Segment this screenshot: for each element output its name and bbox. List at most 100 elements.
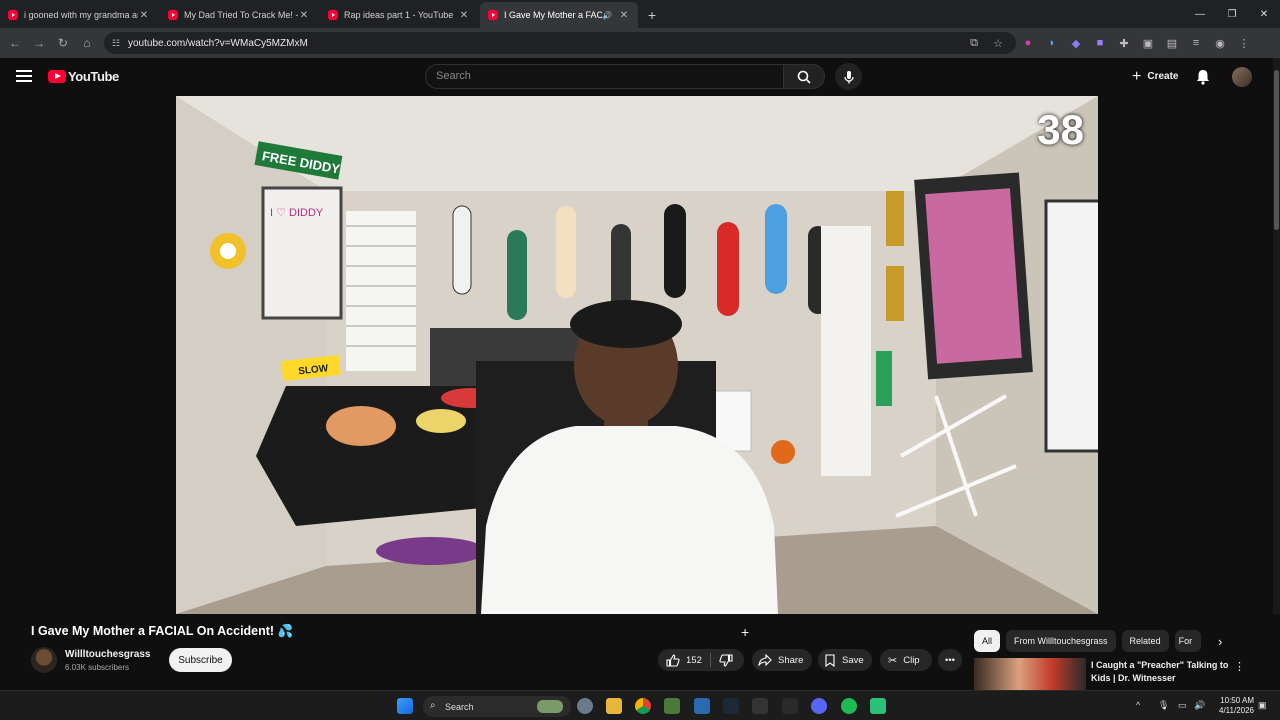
more-actions-button[interactable]: ••• <box>938 649 962 671</box>
site-info-icon[interactable]: ☷ <box>112 38 120 49</box>
browser-tab-active[interactable]: I Gave My Mother a FACIAL 🔊 ✕ <box>480 2 638 28</box>
chip-from-channel[interactable]: From Willltouchesgrass <box>1006 630 1116 652</box>
related-filter-chips: All From Willltouchesgrass Related For <box>974 630 1201 652</box>
chip-for-you[interactable]: For <box>1174 630 1201 652</box>
browser-tab[interactable]: My Dad Tried To Crack Me! - Yo ✕ <box>160 2 318 28</box>
reading-list-icon[interactable]: ≡ <box>1184 37 1208 49</box>
clip-label: Clip <box>903 654 920 666</box>
close-tab-icon[interactable]: ✕ <box>138 10 150 21</box>
taskbar-search[interactable]: ⌕ Search <box>423 696 571 717</box>
volume-icon[interactable]: 🔊 <box>1194 700 1205 711</box>
video-overlay-counter: 38 <box>1037 106 1084 153</box>
subscriber-count: 6.03K subscribers <box>65 663 130 672</box>
install-app-icon[interactable]: ⧉ <box>962 37 986 50</box>
spotify-icon[interactable] <box>841 698 857 714</box>
notification-icon[interactable]: ▣ <box>1258 700 1267 711</box>
tray-chevron-up-icon[interactable]: ^ <box>1136 700 1140 710</box>
more-menu-icon[interactable]: ⋮ <box>1232 37 1256 50</box>
discord-icon[interactable] <box>811 698 827 714</box>
chrome-icon[interactable] <box>635 698 651 714</box>
steam-icon[interactable] <box>723 698 739 714</box>
speaker-icon[interactable]: 🔊 <box>602 11 612 20</box>
youtube-play-icon <box>48 70 66 83</box>
settings-gear-icon[interactable] <box>577 698 593 714</box>
scrollbar-thumb[interactable] <box>1274 70 1279 230</box>
system-clock[interactable]: 10:50 AM 4/11/2026 <box>1219 696 1254 716</box>
clock-time: 10:50 AM <box>1220 696 1254 705</box>
browser-tab[interactable]: Rap ideas part 1 - YouTube ✕ <box>320 2 478 28</box>
bookmark-star-icon[interactable]: ☆ <box>986 37 1010 50</box>
chip-related[interactable]: Related <box>1121 630 1169 652</box>
capcut-icon[interactable] <box>782 698 798 714</box>
channel-avatar[interactable] <box>31 647 57 673</box>
extensions-bar: ● ◗ ◆ ■ ✚ ▣ ▤ ≡ ◉ ⋮ <box>1016 32 1256 54</box>
more-vertical-icon[interactable]: ⋮ <box>1234 660 1245 673</box>
video-player[interactable]: FREE DIDDY I ♡ DIDDY SLOW 38 <box>176 96 1098 614</box>
thumbs-down-icon <box>719 653 733 667</box>
microphone-tray-icon[interactable]: 🎙 <box>1158 700 1169 711</box>
notifications-bell-icon[interactable] <box>1194 68 1212 86</box>
more-horizontal-icon: ••• <box>945 654 955 666</box>
photos-icon[interactable] <box>694 698 710 714</box>
window-controls: — ❐ ✕ <box>1184 0 1280 28</box>
subscribe-button[interactable]: Subscribe <box>169 648 232 672</box>
home-icon[interactable]: ⌂ <box>75 36 99 50</box>
close-tab-icon[interactable]: ✕ <box>458 10 470 21</box>
channel-name[interactable]: Willltouchesgrass <box>65 649 151 660</box>
browser-tab[interactable]: i gooned with my grandma ash ✕ <box>0 2 158 28</box>
account-avatar[interactable] <box>1232 67 1252 87</box>
forward-icon[interactable]: → <box>27 36 51 50</box>
extension-icon[interactable]: ▣ <box>1136 37 1160 50</box>
extension-icon[interactable]: ◗ <box>1040 37 1064 49</box>
like-count: 152 <box>686 654 702 666</box>
page-scrollbar[interactable] <box>1273 58 1280 690</box>
menu-icon[interactable] <box>16 70 32 82</box>
minimize-icon[interactable]: — <box>1184 0 1216 28</box>
close-tab-icon[interactable]: ✕ <box>618 10 630 21</box>
reload-icon[interactable]: ↻ <box>51 36 75 50</box>
minecraft-icon[interactable] <box>664 698 680 714</box>
share-button[interactable]: Share <box>752 649 812 671</box>
app-icon[interactable] <box>752 698 768 714</box>
tab-title: Rap ideas part 1 - YouTube <box>344 10 454 20</box>
profile-icon[interactable]: ◉ <box>1208 37 1232 50</box>
save-button[interactable]: Save <box>818 649 872 671</box>
close-window-icon[interactable]: ✕ <box>1248 0 1280 28</box>
windows-start-icon[interactable] <box>397 698 413 714</box>
tab-title: I Gave My Mother a FACIAL <box>504 10 603 20</box>
share-label: Share <box>778 654 804 666</box>
thumbs-up-icon <box>666 653 680 667</box>
create-label: Create <box>1147 71 1179 82</box>
app-icon[interactable] <box>870 698 886 714</box>
chevron-right-icon[interactable]: › <box>1218 634 1222 649</box>
dislike-button[interactable] <box>711 649 741 671</box>
youtube-favicon-icon <box>168 10 178 20</box>
network-icon[interactable]: ▭ <box>1178 700 1187 711</box>
maximize-icon[interactable]: ❐ <box>1216 0 1248 28</box>
voice-search-button[interactable] <box>835 63 862 90</box>
recommended-video[interactable]: I Caught a "Preacher" Talking to Kids | … <box>974 658 1280 690</box>
share-icon <box>758 654 772 666</box>
clip-button[interactable]: ✂ Clip <box>880 649 932 671</box>
sidebar-icon[interactable]: ▤ <box>1160 37 1184 50</box>
back-icon[interactable]: ← <box>3 36 27 50</box>
video-thumbnail[interactable] <box>974 658 1086 690</box>
chip-all[interactable]: All <box>974 630 1001 652</box>
extension-icon[interactable]: ◆ <box>1064 37 1088 50</box>
file-explorer-icon[interactable] <box>606 698 622 714</box>
search-input[interactable]: Search <box>425 64 784 89</box>
new-tab-button[interactable]: + <box>640 2 664 28</box>
url-bar[interactable]: ☷ youtube.com/watch?v=WMaCy5MZMxM <box>104 32 1016 54</box>
search-icon <box>797 70 811 84</box>
search-button[interactable] <box>783 64 825 89</box>
create-button[interactable]: + Create <box>1124 64 1186 89</box>
video-title: I Gave My Mother a FACIAL On Accident! 💦 <box>31 624 294 638</box>
extension-icon[interactable]: ● <box>1016 37 1040 49</box>
extension-icon[interactable]: ■ <box>1088 37 1112 49</box>
windows-taskbar: ⌕ Search ^ 🎙 ▭ 🔊 10:50 AM 4/11/2026 ▣ <box>0 690 1280 720</box>
like-button[interactable]: 152 <box>658 649 710 671</box>
close-tab-icon[interactable]: ✕ <box>298 10 310 21</box>
extensions-puzzle-icon[interactable]: ✚ <box>1112 37 1136 50</box>
youtube-logo[interactable]: YouTube <box>48 69 119 84</box>
recommended-title[interactable]: I Caught a "Preacher" Talking to Kids | … <box>1091 659 1231 685</box>
